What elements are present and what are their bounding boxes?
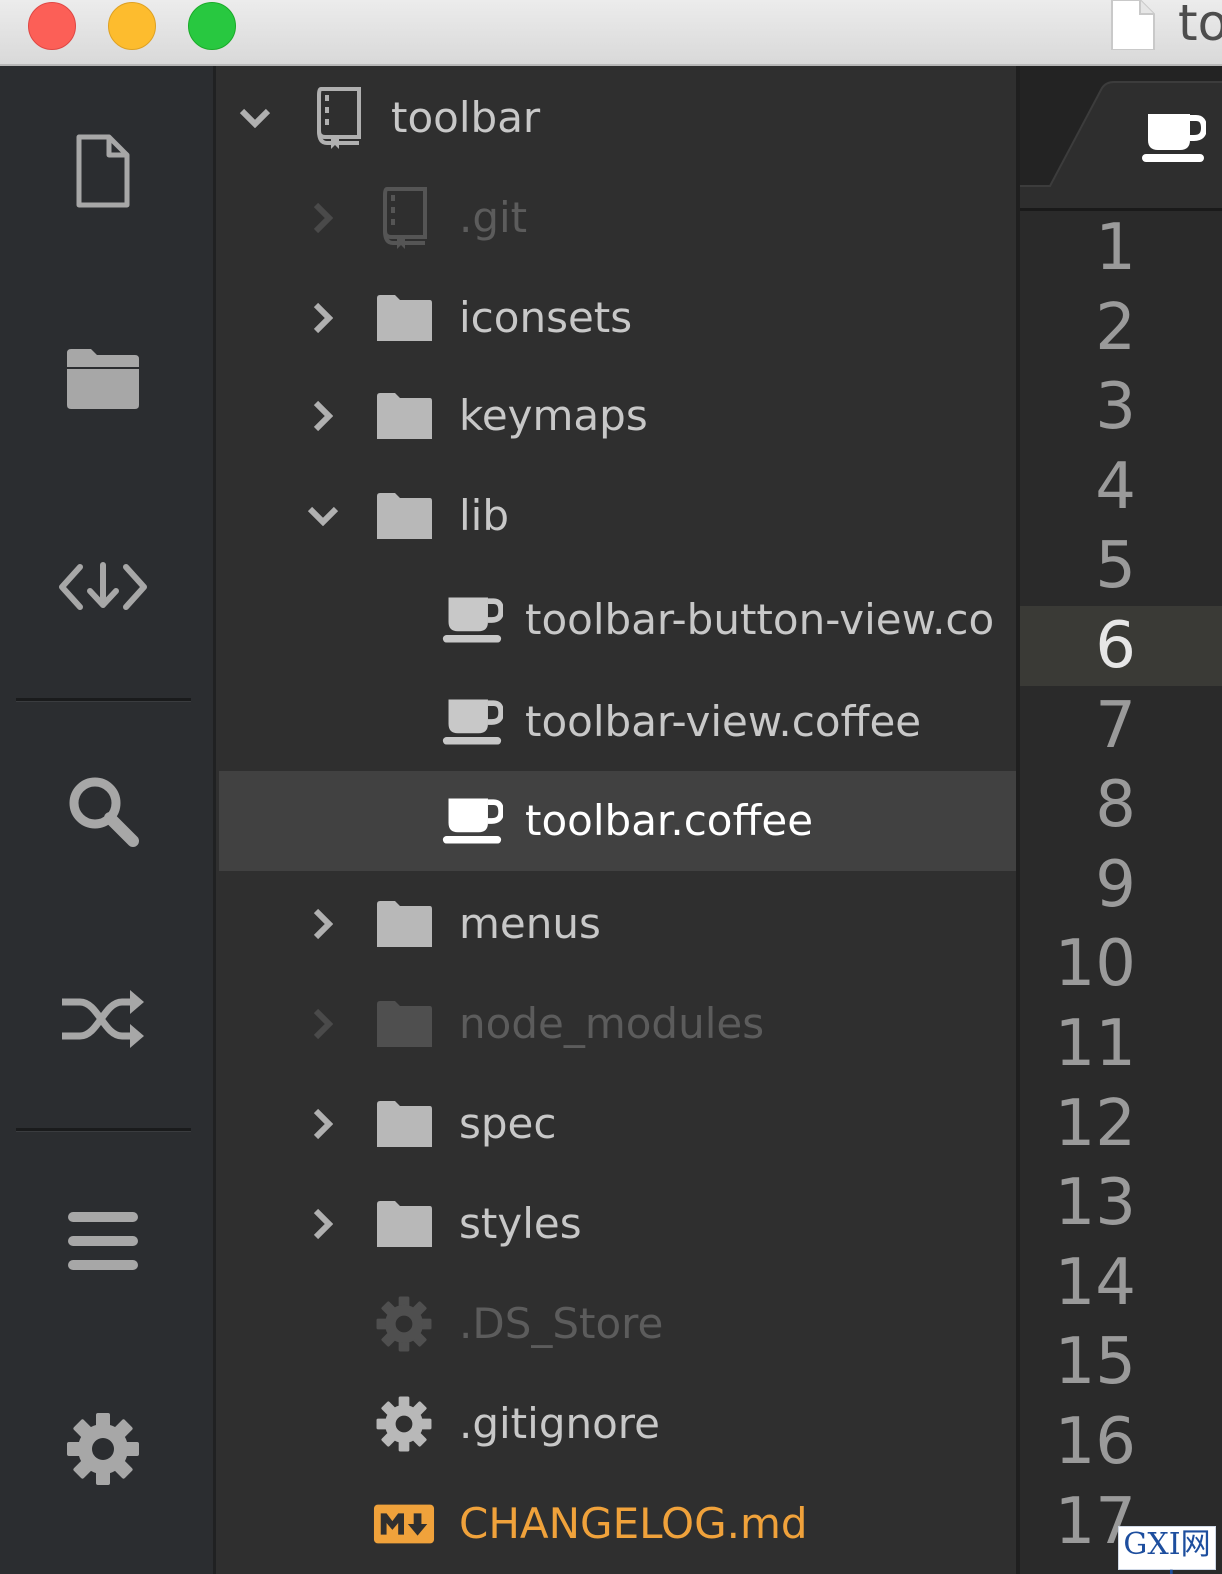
- folder-icon: [373, 386, 435, 446]
- line-number: 9: [1095, 847, 1136, 922]
- line-number: 15: [1054, 1325, 1136, 1400]
- activity-bar: [0, 66, 216, 1574]
- watermark: GXI网 system.com: [1118, 1526, 1222, 1574]
- tree-item-changelog[interactable]: CHANGELOG.md: [219, 1474, 1016, 1574]
- chevron-right-icon[interactable]: [303, 292, 343, 344]
- gear-icon[interactable]: [58, 1404, 148, 1494]
- tree-item-label: node_modules: [459, 999, 765, 1048]
- tree-item-styles[interactable]: styles: [219, 1174, 1016, 1274]
- activity-separator: [16, 1128, 191, 1132]
- tree-item-label: .gitignore: [459, 1399, 660, 1448]
- coffee-cup-icon: [1138, 108, 1208, 168]
- line-number: 12: [1054, 1086, 1136, 1161]
- line-number: 3: [1095, 370, 1136, 445]
- hamburger-menu-icon[interactable]: [58, 1196, 148, 1286]
- tree-item-toolbar-view[interactable]: toolbar-view.coffee: [219, 672, 1016, 772]
- window-title-bar: to: [0, 0, 1222, 66]
- repo-icon: [373, 187, 435, 249]
- tree-item-label: CHANGELOG.md: [459, 1499, 808, 1548]
- tree-item-spec[interactable]: spec: [219, 1074, 1016, 1174]
- tree-item-label: toolbar-button-view.co: [525, 595, 995, 644]
- line-number: 10: [1054, 927, 1136, 1002]
- file-icon[interactable]: [58, 126, 148, 216]
- chevron-down-icon[interactable]: [303, 490, 343, 542]
- gear-icon: [373, 1294, 435, 1354]
- tree-item-label: menus: [459, 899, 601, 948]
- document-icon: [1111, 0, 1155, 50]
- maximize-window-button[interactable]: [188, 2, 236, 50]
- folder-icon: [373, 894, 435, 954]
- tree-item-keymaps[interactable]: keymaps: [219, 366, 1016, 466]
- tree-item-gitignore[interactable]: .gitignore: [219, 1374, 1016, 1474]
- coffee-cup-icon: [441, 791, 503, 851]
- folder-icon: [373, 288, 435, 348]
- tree-item-iconsets[interactable]: iconsets: [219, 268, 1016, 368]
- line-number: 14: [1054, 1245, 1136, 1320]
- chevron-right-icon[interactable]: [303, 192, 343, 244]
- line-number: 6: [1020, 606, 1222, 686]
- gear-icon: [373, 1394, 435, 1454]
- repo-icon: [307, 87, 369, 149]
- editor-tab-bar: [1020, 66, 1222, 211]
- coffee-cup-icon: [441, 692, 503, 752]
- editor-pane: 1234567891011121314151617 GXI网 system.co…: [1016, 66, 1222, 1574]
- line-number: 2: [1095, 290, 1136, 365]
- tree-item-label: spec: [459, 1099, 557, 1148]
- line-number: 13: [1054, 1166, 1136, 1241]
- folder-icon: [373, 1194, 435, 1254]
- line-number: 5: [1095, 529, 1136, 604]
- tree-item-toolbar-button-view[interactable]: toolbar-button-view.co: [219, 570, 1016, 670]
- line-number: 16: [1054, 1405, 1136, 1479]
- tree-item-label: toolbar: [391, 93, 541, 142]
- tree-item-toolbar-coffee[interactable]: toolbar.coffee: [219, 771, 1016, 871]
- tree-item-label: styles: [459, 1199, 582, 1248]
- activity-separator: [16, 698, 191, 702]
- chevron-right-icon[interactable]: [303, 1198, 343, 1250]
- chevron-right-icon[interactable]: [303, 898, 343, 950]
- tree-item-label: toolbar.coffee: [525, 796, 814, 845]
- folder-icon: [373, 486, 435, 546]
- search-icon[interactable]: [58, 766, 148, 856]
- tree-item-lib[interactable]: lib: [219, 466, 1016, 566]
- shuffle-icon[interactable]: [58, 974, 148, 1064]
- chevron-right-icon[interactable]: [303, 1098, 343, 1150]
- tree-item-node-modules[interactable]: node_modules: [219, 974, 1016, 1074]
- tree-item-label: iconsets: [459, 293, 633, 342]
- folder-icon: [373, 994, 435, 1054]
- tree-item-label: .git: [459, 193, 528, 242]
- line-number: 11: [1054, 1007, 1136, 1081]
- tree-item-label: lib: [459, 491, 509, 540]
- chevron-down-icon[interactable]: [235, 92, 275, 144]
- close-window-button[interactable]: [28, 2, 76, 50]
- project-tree: toolbar .git iconsets keymaps lib toolba…: [219, 66, 1016, 1574]
- line-number: 4: [1095, 449, 1136, 524]
- tree-item-git[interactable]: .git: [219, 168, 1016, 268]
- window-title: to: [1178, 0, 1222, 52]
- line-number: 1: [1095, 211, 1136, 285]
- tree-item-label: keymaps: [459, 391, 648, 440]
- tree-item-label: .DS_Store: [459, 1299, 664, 1348]
- tree-item-label: toolbar-view.coffee: [525, 697, 922, 746]
- tree-item-ds-store[interactable]: .DS_Store: [219, 1274, 1016, 1374]
- line-number: 7: [1095, 688, 1136, 763]
- coffee-cup-icon: [441, 590, 503, 650]
- tree-item-menus[interactable]: menus: [219, 874, 1016, 974]
- tree-root-toolbar[interactable]: toolbar: [219, 68, 1016, 168]
- chevron-right-icon[interactable]: [303, 390, 343, 442]
- folder-icon: [373, 1094, 435, 1154]
- folder-icon[interactable]: [58, 334, 148, 424]
- chevron-right-icon[interactable]: [303, 998, 343, 1050]
- line-number: 8: [1095, 768, 1136, 843]
- markdown-icon: [373, 1494, 435, 1554]
- minimize-window-button[interactable]: [108, 2, 156, 50]
- code-download-icon[interactable]: [58, 542, 148, 632]
